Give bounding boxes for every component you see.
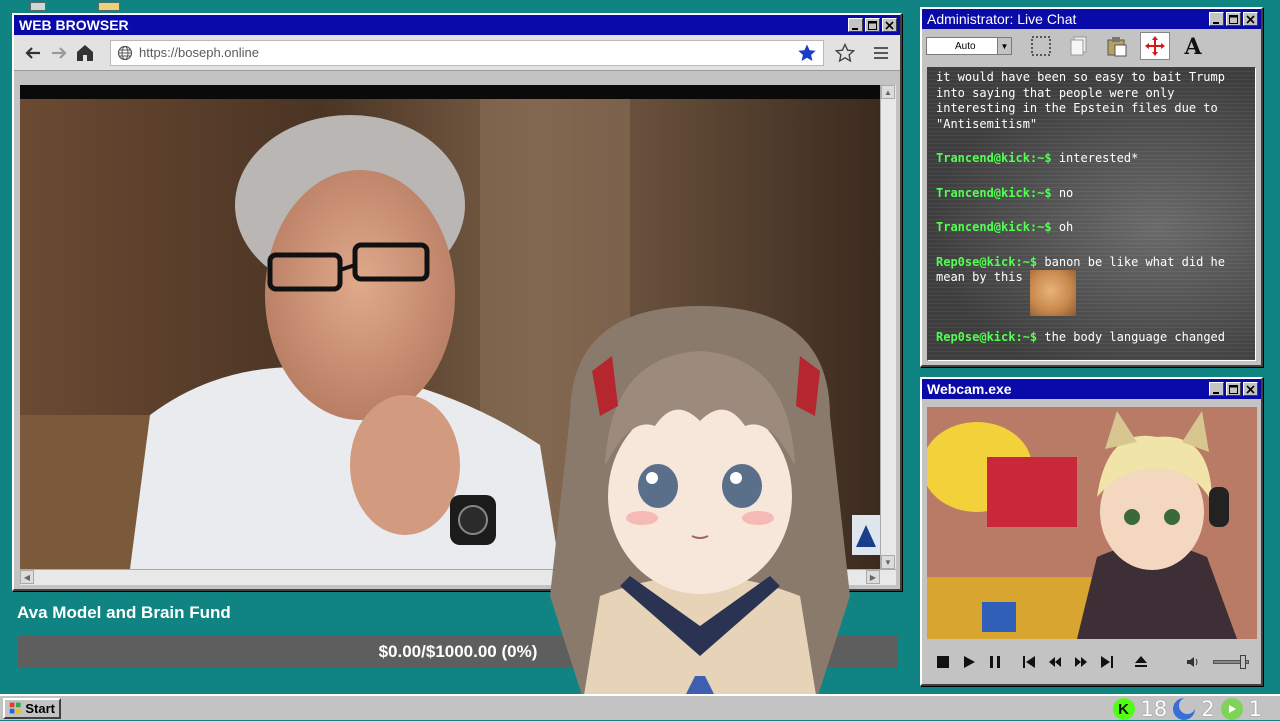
chat-messages: it would have been so easy to bait Trump…: [936, 70, 1249, 360]
svg-text:A: A: [1183, 34, 1202, 58]
select-icon[interactable]: [1026, 32, 1056, 60]
desktop-icon[interactable]: [30, 2, 46, 11]
home-icon[interactable]: [72, 40, 98, 66]
play-icon[interactable]: [961, 654, 977, 670]
windows-logo-icon: [9, 702, 21, 714]
chat-window: Administrator: Live Chat Auto ▼ A it wou…: [920, 7, 1263, 367]
chat-text: no: [1058, 185, 1074, 200]
play-count: 1: [1248, 697, 1262, 721]
back-icon[interactable]: [20, 40, 46, 66]
globe-icon: [117, 45, 133, 61]
system-tray: K 18 2 1: [1112, 697, 1262, 721]
cat-emote-icon: [1029, 270, 1076, 316]
maximize-button[interactable]: [865, 18, 880, 32]
size-select-value: Auto: [955, 40, 976, 52]
close-button[interactable]: [1243, 382, 1258, 396]
font-icon[interactable]: A: [1178, 32, 1208, 60]
copy-icon[interactable]: [1064, 32, 1094, 60]
favorites-star-icon[interactable]: [832, 40, 858, 66]
chat-message: Trancend@kick:~$ interested*: [936, 151, 1249, 167]
vtuber-avatar: [550, 306, 850, 720]
fast-forward-icon[interactable]: [1073, 654, 1089, 670]
chat-message: Trancend@kick:~$ no: [936, 186, 1249, 202]
chat-text: interested*: [1058, 151, 1139, 165]
chat-message: Trancend@kick:~$ oh: [936, 220, 1249, 236]
minimize-button[interactable]: [848, 18, 863, 32]
move-icon[interactable]: [1140, 32, 1170, 60]
bookmark-star-icon[interactable]: [797, 43, 817, 63]
chat-titlebar[interactable]: Administrator: Live Chat: [922, 9, 1261, 29]
rewind-icon[interactable]: [1047, 654, 1063, 670]
webcam-window: Webcam.exe: [920, 377, 1263, 686]
webcam-titlebar[interactable]: Webcam.exe: [922, 379, 1261, 399]
scroll-up-icon[interactable]: ▲: [881, 85, 895, 99]
taskbar: Start K 18 2 1: [0, 694, 1280, 721]
start-button[interactable]: Start: [3, 697, 61, 719]
chat-message: it would have been so easy to bait Trump…: [936, 70, 1249, 132]
browser-toolbar: https://boseph.online: [14, 35, 900, 71]
webcam-image: [927, 407, 1257, 639]
browser-titlebar[interactable]: WEB BROWSER: [14, 15, 900, 35]
maximize-button[interactable]: [1226, 12, 1241, 26]
start-label: Start: [25, 700, 55, 716]
chat-username: Trancend@kick:~$: [936, 220, 1052, 234]
close-button[interactable]: [1243, 12, 1258, 26]
fund-title: Ava Model and Brain Fund: [17, 603, 231, 622]
chat-log[interactable]: it would have been so easy to bait Trump…: [927, 67, 1256, 361]
kick-viewer-count: 18: [1140, 697, 1168, 721]
media-controls: [927, 645, 1257, 679]
chat-username: Trancend@kick:~$: [936, 151, 1052, 165]
skip-end-icon[interactable]: [1099, 654, 1115, 670]
forward-icon[interactable]: [46, 40, 72, 66]
volume-icon[interactable]: [1185, 654, 1201, 670]
chat-username: Rep0se@kick:~$: [936, 254, 1038, 269]
webcam-feed: [927, 407, 1257, 639]
size-select[interactable]: Auto ▼: [926, 37, 1012, 55]
play-icon[interactable]: [1220, 698, 1243, 720]
fund-progress-text: $0.00/$1000.00 (0%): [378, 642, 538, 661]
address-bar[interactable]: https://boseph.online: [110, 39, 824, 66]
kick-icon[interactable]: K: [1112, 698, 1135, 720]
scroll-down-icon[interactable]: ▼: [881, 555, 895, 569]
window-title: WEB BROWSER: [19, 17, 129, 33]
paste-icon[interactable]: [1102, 32, 1132, 60]
window-title: Administrator: Live Chat: [927, 11, 1077, 27]
maximize-button[interactable]: [1226, 382, 1241, 396]
chevron-down-icon[interactable]: ▼: [997, 38, 1011, 54]
chat-text: it would have been so easy to bait Trump…: [936, 70, 1233, 131]
url-text: https://boseph.online: [139, 45, 259, 60]
moon-icon[interactable]: [1173, 698, 1196, 720]
menu-icon[interactable]: [868, 40, 894, 66]
scroll-left-icon[interactable]: ◀: [20, 570, 34, 584]
chat-username: Rep0se@kick:~$: [936, 330, 1038, 344]
skip-start-icon[interactable]: [1021, 654, 1037, 670]
eject-icon[interactable]: [1133, 654, 1149, 670]
window-title: Webcam.exe: [927, 381, 1012, 397]
stop-icon[interactable]: [935, 654, 951, 670]
volume-slider[interactable]: [1213, 655, 1249, 669]
minimize-button[interactable]: [1209, 382, 1224, 396]
chat-message: Rep0se@kick:~$ banon be like what did he…: [936, 254, 1249, 316]
vertical-scrollbar[interactable]: ▲ ▼: [880, 85, 896, 569]
moon-count: 2: [1201, 697, 1215, 721]
chat-toolbar: Auto ▼ A: [922, 29, 1261, 63]
chat-username: Trancend@kick:~$: [936, 185, 1052, 200]
volume-knob[interactable]: [1240, 655, 1246, 669]
chat-message: Rep0se@kick:~$ the body language changed: [936, 330, 1249, 346]
chat-text: the body language changed: [1044, 330, 1226, 344]
close-button[interactable]: [882, 18, 897, 32]
minimize-button[interactable]: [1209, 12, 1224, 26]
desktop-icon[interactable]: [98, 2, 120, 11]
pause-icon[interactable]: [987, 654, 1003, 670]
chat-text: oh: [1058, 220, 1074, 234]
